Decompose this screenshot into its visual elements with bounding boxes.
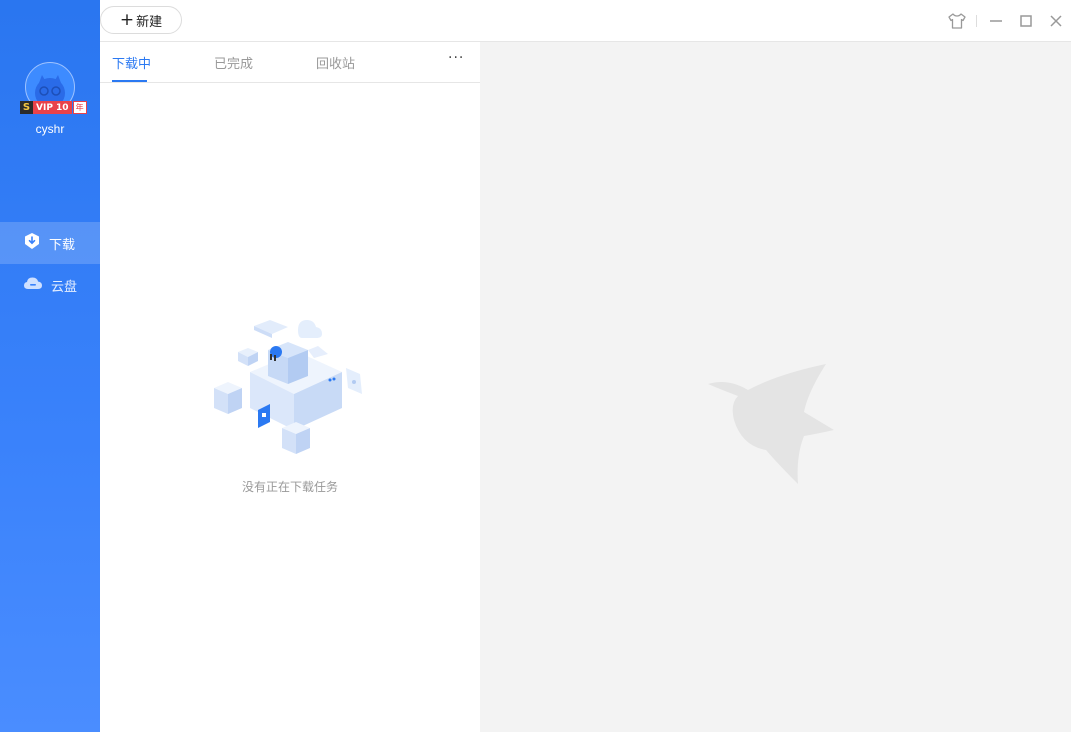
tab-recycle-bin[interactable]: 回收站 xyxy=(316,53,355,72)
download-shield-icon xyxy=(23,232,41,254)
close-icon[interactable] xyxy=(1041,6,1071,36)
vip-level-label: VIP 10 xyxy=(33,101,72,114)
skin-shirt-icon[interactable] xyxy=(942,6,972,36)
tab-downloading[interactable]: 下载中 xyxy=(112,53,151,72)
new-task-label: 新建 xyxy=(136,14,163,30)
new-task-button[interactable]: + 新建 xyxy=(100,6,182,34)
vip-s-icon: S xyxy=(20,101,33,114)
empty-boxes-illustration xyxy=(210,310,370,464)
tab-bar: 下载中 已完成 回收站 ··· xyxy=(100,42,480,83)
vip-year-label: 年 xyxy=(72,101,87,114)
sidebar-item-label: 云盘 xyxy=(51,279,78,295)
top-bar: + 新建 xyxy=(100,0,1071,42)
sidebar-item-label: 下载 xyxy=(49,237,76,253)
active-tab-indicator xyxy=(112,80,147,82)
plus-icon: + xyxy=(119,9,135,30)
more-options-icon[interactable]: ··· xyxy=(448,50,464,66)
detail-pane xyxy=(480,42,1071,732)
sidebar-item-download[interactable]: 下载 xyxy=(0,222,100,264)
window-controls xyxy=(942,0,1071,41)
vip-badge[interactable]: S VIP 10 年 xyxy=(20,101,87,114)
tab-completed[interactable]: 已完成 xyxy=(214,53,253,72)
divider xyxy=(976,14,977,27)
sidebar-item-cloud[interactable]: 云盘 xyxy=(0,264,100,306)
username[interactable]: cyshr xyxy=(0,122,100,136)
maximize-icon[interactable] xyxy=(1011,6,1041,36)
minimize-icon[interactable] xyxy=(981,6,1011,36)
task-panel: 下载中 已完成 回收站 ··· 没有正在下载任务 xyxy=(100,42,480,732)
hummingbird-logo-icon xyxy=(708,364,836,493)
empty-state-message: 没有正在下载任务 xyxy=(241,480,338,494)
cloud-icon xyxy=(23,275,43,295)
sidebar: S VIP 10 年 cyshr 下载 云盘 xyxy=(0,0,100,732)
